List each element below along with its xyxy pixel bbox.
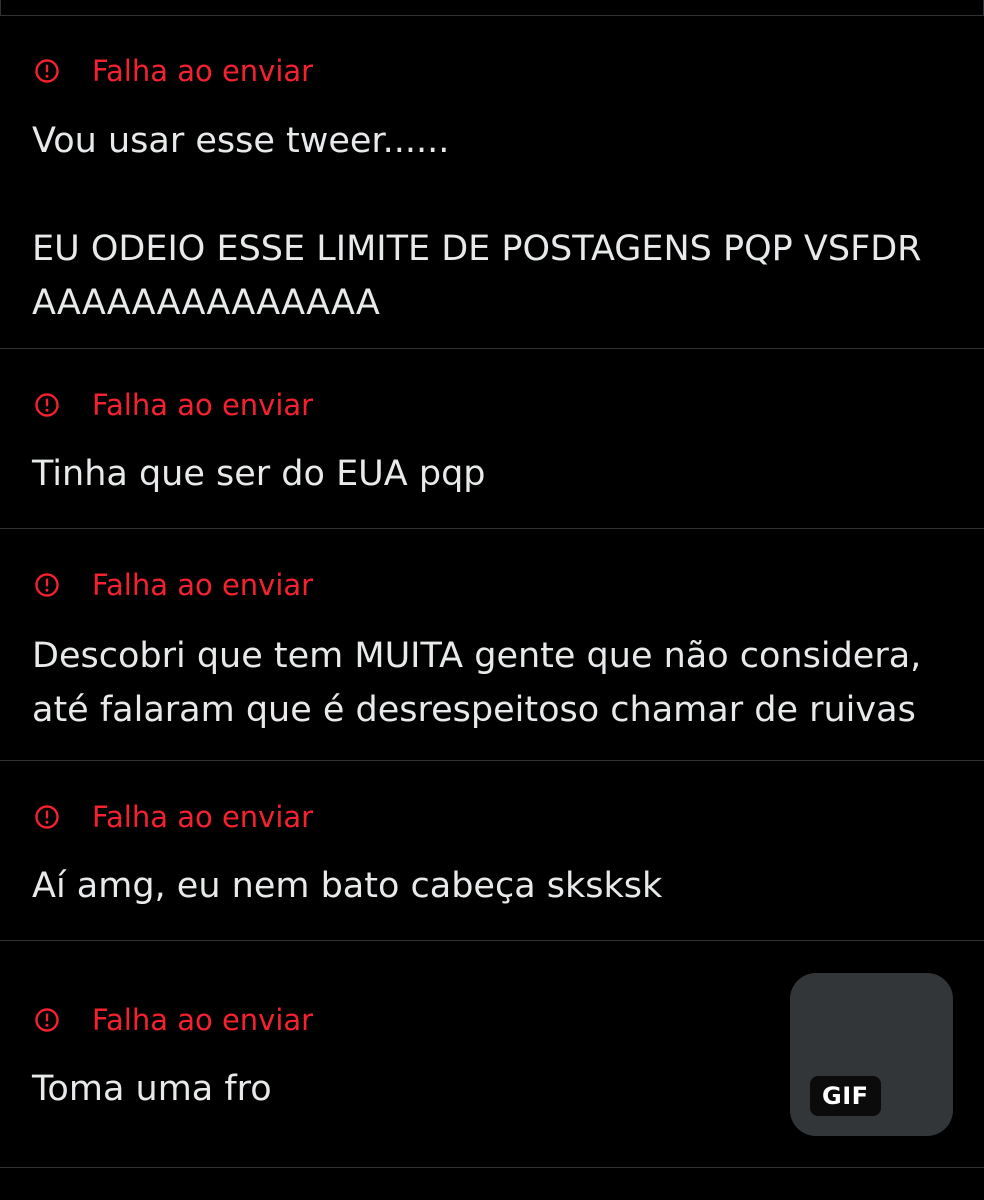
message-divider [0, 348, 984, 349]
message-text: Toma uma fro [32, 1069, 272, 1109]
top-divider-left-stub [0, 0, 1, 15]
message-text: Vou usar esse tweer...... EU ODEIO ESSE … [32, 121, 922, 323]
send-failed-status[interactable]: Falha ao enviar [32, 385, 313, 425]
send-failed-label: Falha ao enviar [92, 54, 314, 88]
send-failed-label: Falha ao enviar [92, 1003, 314, 1037]
alert-circle-icon [32, 802, 62, 832]
send-failed-label: Falha ao enviar [92, 800, 314, 834]
message-text: Aí amg, eu nem bato cabeça sksksk [32, 866, 663, 906]
send-failed-label: Falha ao enviar [92, 388, 314, 422]
send-failed-status[interactable]: Falha ao enviar [32, 1000, 313, 1040]
top-divider [0, 15, 984, 16]
message-divider [0, 528, 984, 529]
send-failed-label: Falha ao enviar [92, 568, 314, 602]
message-divider [0, 1167, 984, 1168]
alert-circle-icon [32, 570, 62, 600]
message-divider [0, 940, 984, 941]
send-failed-status[interactable]: Falha ao enviar [32, 565, 313, 605]
alert-circle-icon [32, 1005, 62, 1035]
send-failed-status[interactable]: Falha ao enviar [32, 51, 313, 91]
message-divider [0, 760, 984, 761]
send-failed-status[interactable]: Falha ao enviar [32, 797, 313, 837]
alert-circle-icon [32, 390, 62, 420]
gif-attachment[interactable]: GIF [790, 973, 953, 1136]
message-text: Descobri que tem MUITA gente que não con… [32, 636, 933, 730]
alert-circle-icon [32, 56, 62, 86]
message-text: Tinha que ser do EUA pqp [32, 454, 486, 494]
gif-badge: GIF [810, 1076, 881, 1116]
